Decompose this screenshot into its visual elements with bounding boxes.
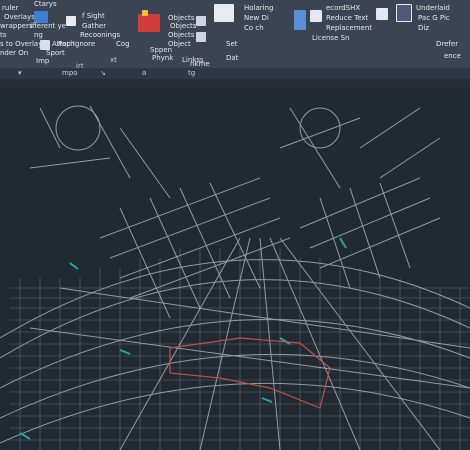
panel-launcher-icon[interactable]: ↘	[100, 69, 106, 77]
ribbon-item[interactable]: Objects	[170, 22, 196, 30]
ribbon-item[interactable]: Objects	[168, 31, 194, 39]
ribbon-item[interactable]: Replacement	[326, 24, 372, 32]
ribbon-item[interactable]: Pop Ignore	[58, 40, 95, 48]
ribbon-item[interactable]: Imp	[36, 57, 49, 65]
location-icon[interactable]	[294, 10, 306, 30]
markup-icon[interactable]	[310, 10, 322, 22]
panel-title[interactable]: a	[142, 69, 146, 77]
link-icon[interactable]	[196, 32, 206, 42]
pdf-import-icon[interactable]	[138, 14, 160, 32]
ribbon-item[interactable]: ts	[0, 31, 6, 39]
chevron-down-icon[interactable]: ▾	[18, 69, 22, 77]
data-link-icon[interactable]	[214, 4, 234, 22]
drawing-tab-bar	[0, 79, 470, 88]
autocad-window: ruler Overlays wrappers ts s to Overlays…	[0, 0, 470, 450]
ribbon-item[interactable]: New Di	[244, 14, 269, 22]
ribbon-item[interactable]: ence	[444, 52, 461, 60]
ribbon-item[interactable]: Objects	[168, 14, 194, 22]
ribbon-item[interactable]: ecordSHX	[326, 4, 360, 12]
pdf-import-badge-icon	[142, 10, 148, 16]
ribbon-item[interactable]: Dat	[226, 54, 238, 62]
ribbon: ruler Overlays wrappers ts s to Overlays…	[0, 0, 470, 69]
ribbon-item[interactable]: Cog	[116, 40, 130, 48]
ribbon-item[interactable]: Reduce Text	[326, 14, 368, 22]
ribbon-item[interactable]: Phynk	[152, 54, 173, 62]
ribbon-item[interactable]: Gather	[82, 22, 106, 30]
grid-icon[interactable]	[196, 16, 206, 26]
font-icon[interactable]	[396, 4, 412, 22]
ribbon-item[interactable]: Holaring	[244, 4, 273, 12]
ribbon-item[interactable]: Underlaid	[416, 4, 450, 12]
ribbon-item[interactable]: License Sn	[312, 34, 350, 42]
text-icon[interactable]	[376, 8, 388, 20]
ribbon-item[interactable]: Recoonings	[80, 31, 120, 39]
ribbon-item[interactable]: Ctarys	[34, 0, 57, 8]
city-map-drawing	[0, 105, 470, 450]
building-blocks	[10, 248, 470, 450]
panel-title[interactable]: mpo	[62, 69, 78, 77]
ribbon-item[interactable]: Set	[226, 40, 238, 48]
ribbon-item[interactable]: ruler	[2, 4, 18, 12]
panel-title[interactable]: irt	[76, 62, 84, 70]
ribbon-item[interactable]: f Sight	[82, 12, 105, 20]
document-icon[interactable]	[66, 16, 76, 26]
ribbon-item[interactable]: wrappers	[0, 22, 33, 30]
ribbon-item[interactable]: ng	[34, 31, 43, 39]
site-boundary	[169, 337, 331, 409]
ribbon-item[interactable]: Co ch	[244, 24, 264, 32]
panel-title[interactable]: tg	[188, 69, 195, 77]
ribbon-item[interactable]: nder On	[0, 49, 28, 57]
ribbon-item[interactable]: ifferent ye	[30, 22, 66, 30]
ribbon-item[interactable]: Overlays	[4, 13, 35, 21]
drawing-canvas[interactable]	[0, 88, 470, 450]
ribbon-item[interactable]: Sport	[46, 49, 65, 57]
ribbon-item[interactable]: Pac G Pic	[418, 14, 450, 22]
ribbon-item[interactable]: nkme	[190, 60, 210, 68]
ribbon-item[interactable]: Sppen	[150, 46, 172, 54]
panel-title[interactable]: xt	[110, 56, 117, 64]
ribbon-item[interactable]: Diz	[418, 24, 429, 32]
ribbon-item[interactable]: Drefer	[436, 40, 458, 48]
